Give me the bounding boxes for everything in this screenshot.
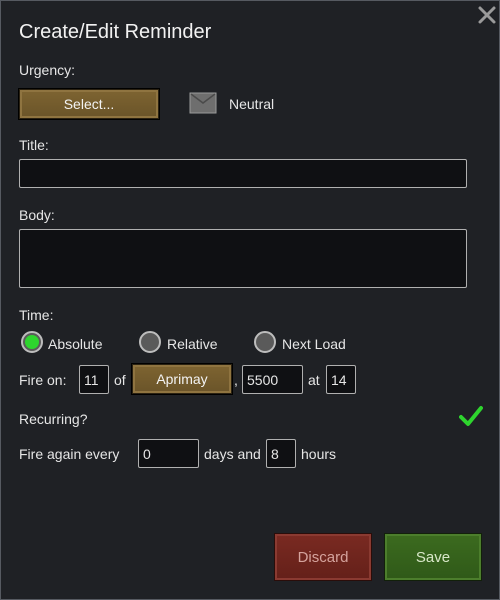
urgency-current: Neutral [229,96,275,112]
fire-on-year-input[interactable]: 5500 [242,365,303,394]
fire-on-hour-input[interactable]: 14 [326,365,356,394]
at-label: at [308,372,320,388]
fire-again-days-input[interactable]: 0 [138,439,199,468]
dialog-title: Create/Edit Reminder [19,21,212,43]
radio-absolute-label[interactable]: Absolute [48,336,102,352]
title-input[interactable] [19,159,467,188]
recurring-label: Recurring? [19,411,88,427]
radio-next-load[interactable] [254,331,276,353]
discard-button[interactable]: Discard [274,533,372,581]
radio-selected-dot [25,335,39,349]
fire-again-hours-input[interactable]: 8 [266,439,296,468]
of-label: of [114,372,126,388]
time-label: Time: [19,307,54,323]
save-button[interactable]: Save [384,533,482,581]
comma-separator: , [234,372,238,388]
radio-absolute[interactable] [21,331,43,353]
radio-next-load-label[interactable]: Next Load [282,336,346,352]
radio-relative-label[interactable]: Relative [167,336,218,352]
title-label: Title: [19,137,49,153]
fire-again-label: Fire again every [19,446,120,462]
month-select-button[interactable]: Aprimay [132,364,232,394]
body-label: Body: [19,207,55,223]
reminder-dialog: Create/Edit Reminder Urgency: Select... … [0,0,500,600]
radio-relative[interactable] [139,331,161,353]
body-input[interactable] [19,229,467,288]
envelope-icon [189,92,217,114]
close-icon[interactable] [477,5,497,25]
days-and-label: days and [204,446,261,462]
fire-on-label: Fire on: [19,372,67,388]
fire-on-day-input[interactable]: 11 [79,365,109,394]
recurring-checkmark-icon[interactable] [459,405,483,427]
urgency-select-button[interactable]: Select... [19,89,159,119]
urgency-label: Urgency: [19,62,76,78]
hours-label: hours [301,446,337,462]
